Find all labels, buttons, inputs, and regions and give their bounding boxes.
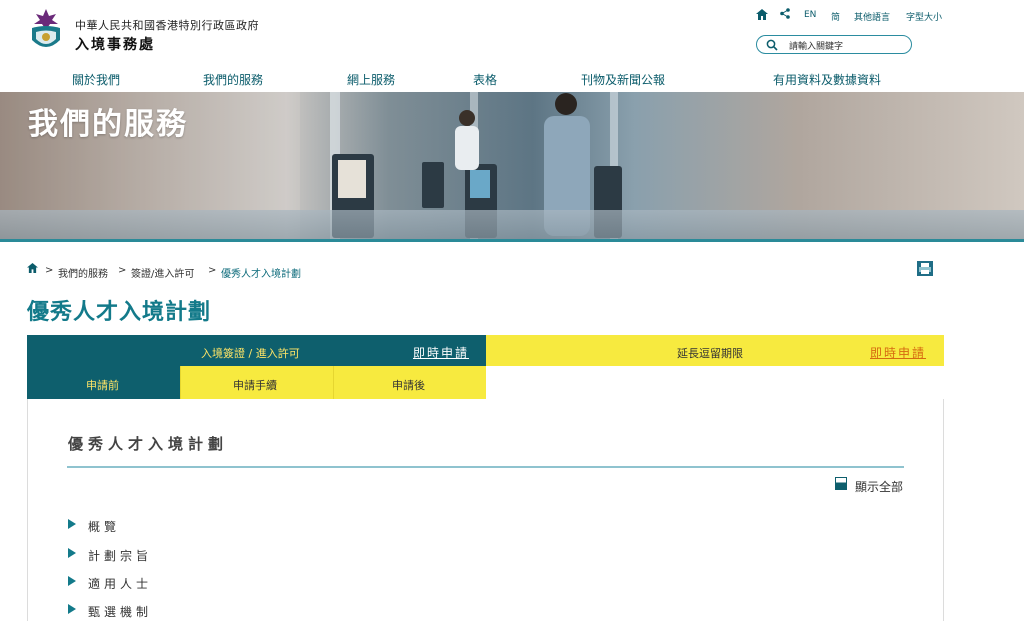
breadcrumb-separator: > [118, 265, 127, 276]
page-title: 優秀人才入境計劃 [27, 300, 212, 325]
department-name-primary: 中華人民共和國香港特別行政區政府 [75, 19, 259, 32]
banner-title: 我們的服務 [28, 107, 188, 142]
language-english-link[interactable]: EN [804, 10, 816, 20]
tab-entry-visa-label: 入境簽證 / 進入許可 [201, 347, 300, 360]
caret-right-icon[interactable] [68, 519, 76, 529]
section-eligibility[interactable]: 適用人士 [88, 575, 152, 592]
other-languages-link[interactable]: 其他語言 [854, 10, 890, 23]
department-name[interactable]: 入境事務處 [75, 34, 155, 54]
nav-forms[interactable]: 表格 [473, 71, 497, 88]
breadcrumb-separator: > [45, 265, 54, 276]
breadcrumb-current: 優秀人才入境計劃 [221, 269, 301, 280]
hero-banner: 我們的服務 [0, 92, 1024, 240]
hkid-emblem-icon[interactable] [27, 8, 65, 56]
language-simplified-link[interactable]: 简 [831, 10, 840, 23]
subtab-application-procedure-label: 申請手續 [233, 379, 277, 392]
share-icon[interactable] [780, 8, 790, 19]
apply-now-link-extension[interactable]: 即時申請 [870, 344, 926, 361]
nav-useful-info[interactable]: 有用資料及數據資料 [773, 71, 881, 88]
font-size-link[interactable]: 字型大小 [906, 10, 942, 23]
breadcrumb-our-services[interactable]: 我們的服務 [58, 265, 108, 280]
show-all-button[interactable]: 顯示全部 [855, 478, 903, 495]
subtab-before-applying-label: 申請前 [86, 379, 119, 392]
content-title: 優秀人才入境計劃 [68, 435, 229, 453]
section-selection[interactable]: 甄選機制 [88, 603, 152, 620]
show-all-icon[interactable] [835, 477, 847, 490]
search-icon[interactable] [766, 39, 778, 51]
nav-about-us[interactable]: 關於我們 [72, 71, 120, 88]
caret-right-icon[interactable] [68, 604, 76, 614]
banner-floor [0, 210, 1024, 240]
breadcrumb-home-icon[interactable] [27, 263, 38, 273]
print-icon[interactable] [917, 261, 933, 276]
section-objective[interactable]: 計劃宗旨 [88, 547, 152, 564]
apply-now-link-entry[interactable]: 即時申請 [413, 344, 469, 361]
caret-right-icon[interactable] [68, 576, 76, 586]
section-overview[interactable]: 概覽 [88, 518, 120, 535]
tab-extension-of-stay-label: 延長逗留期限 [677, 347, 743, 360]
nav-online-services[interactable]: 網上服務 [347, 71, 395, 88]
content-divider [67, 466, 904, 468]
nav-publications-press[interactable]: 刊物及新聞公報 [581, 71, 665, 88]
breadcrumb-visas[interactable]: 簽證/進入許可 [131, 265, 194, 280]
caret-right-icon[interactable] [68, 548, 76, 558]
site-header: 中華人民共和國香港特別行政區政府 入境事務處 EN 简 其他語言 字型大小 請輸… [0, 0, 1024, 92]
breadcrumb-separator: > [208, 265, 217, 276]
subtab-after-applying-label: 申請後 [392, 379, 425, 392]
search-input[interactable]: 請輸入關鍵字 [756, 35, 912, 54]
banner-divider [0, 239, 1024, 242]
home-icon[interactable] [756, 9, 768, 20]
search-placeholder: 請輸入關鍵字 [789, 42, 844, 52]
nav-our-services[interactable]: 我們的服務 [203, 71, 263, 88]
